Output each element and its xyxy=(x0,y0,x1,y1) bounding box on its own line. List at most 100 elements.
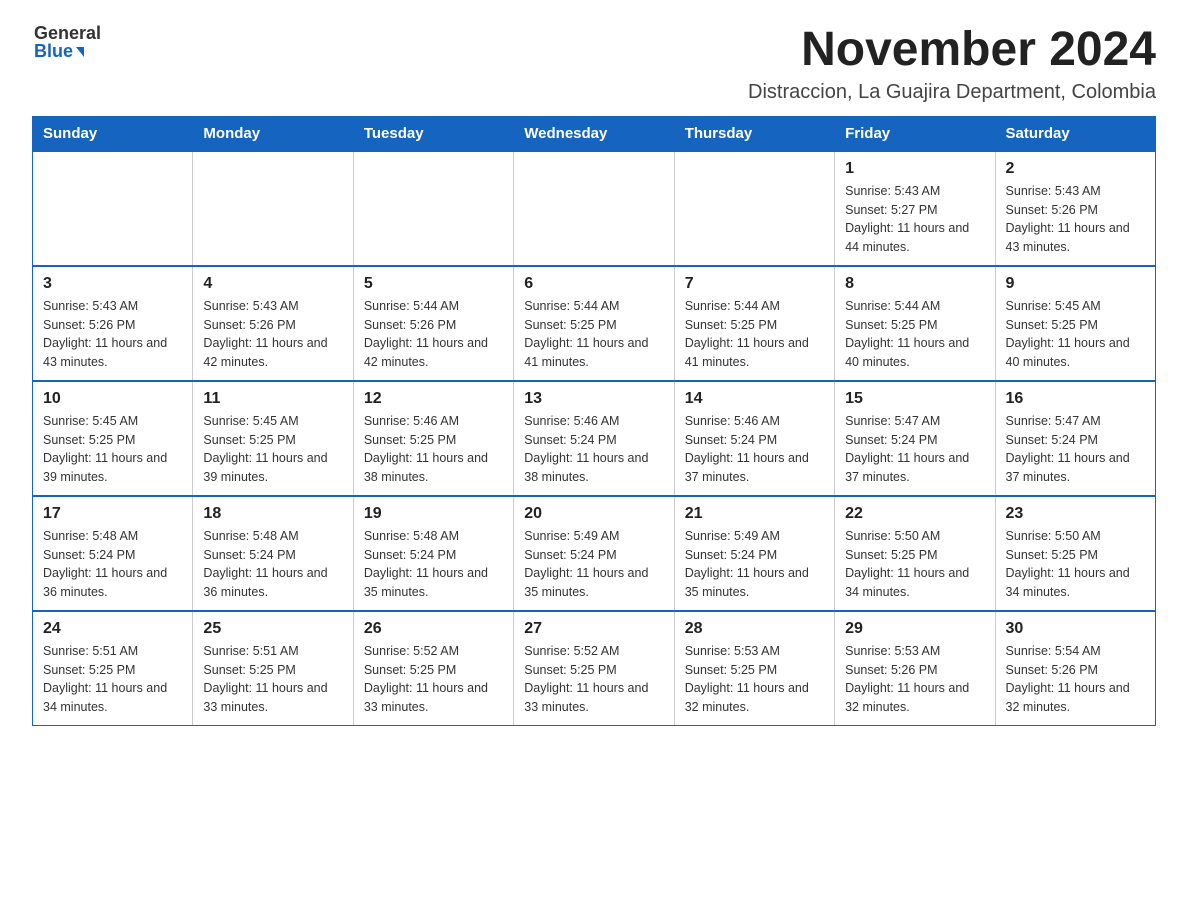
day-of-week-header: Monday xyxy=(193,116,353,151)
day-number: 19 xyxy=(364,505,503,523)
day-number: 10 xyxy=(43,390,182,408)
calendar-cell: 15Sunrise: 5:47 AM Sunset: 5:24 PM Dayli… xyxy=(835,381,995,496)
calendar-cell xyxy=(514,151,674,266)
day-info: Sunrise: 5:44 AM Sunset: 5:25 PM Dayligh… xyxy=(685,297,824,372)
day-number: 24 xyxy=(43,620,182,638)
day-of-week-header: Tuesday xyxy=(353,116,513,151)
day-info: Sunrise: 5:45 AM Sunset: 5:25 PM Dayligh… xyxy=(203,412,342,487)
day-info: Sunrise: 5:46 AM Sunset: 5:24 PM Dayligh… xyxy=(685,412,824,487)
day-info: Sunrise: 5:47 AM Sunset: 5:24 PM Dayligh… xyxy=(1006,412,1145,487)
day-of-week-header: Friday xyxy=(835,116,995,151)
day-info: Sunrise: 5:52 AM Sunset: 5:25 PM Dayligh… xyxy=(364,642,503,717)
calendar-cell: 30Sunrise: 5:54 AM Sunset: 5:26 PM Dayli… xyxy=(995,611,1155,726)
calendar-cell: 29Sunrise: 5:53 AM Sunset: 5:26 PM Dayli… xyxy=(835,611,995,726)
logo-blue-text: Blue xyxy=(34,42,73,60)
calendar-body: 1Sunrise: 5:43 AM Sunset: 5:27 PM Daylig… xyxy=(33,151,1156,726)
calendar-cell: 4 Sunrise: 5:43 AM Sunset: 5:26 PM Daylig… xyxy=(193,266,353,381)
calendar-cell xyxy=(353,151,513,266)
day-number: 8 xyxy=(845,275,984,293)
calendar-header: SundayMondayTuesdayWednesdayThursdayFrid… xyxy=(33,116,1156,151)
day-number: 14 xyxy=(685,390,824,408)
calendar-cell: 20 Sunrise: 5:49 AM Sunset: 5:24 PM Dayli… xyxy=(514,496,674,611)
calendar-cell: 18Sunrise: 5:48 AM Sunset: 5:24 PM Dayli… xyxy=(193,496,353,611)
calendar-week-row: 10 Sunrise: 5:45 AM Sunset: 5:25 PM Dayli… xyxy=(33,381,1156,496)
day-number: 9 xyxy=(1006,275,1145,293)
calendar-cell: 11 Sunrise: 5:45 AM Sunset: 5:25 PM Dayli… xyxy=(193,381,353,496)
day-number: 16 xyxy=(1006,390,1145,408)
day-info: Sunrise: 5:49 AM Sunset: 5:24 PM Dayligh… xyxy=(685,527,824,602)
day-info: Sunrise: 5:48 AM Sunset: 5:24 PM Dayligh… xyxy=(203,527,342,602)
day-number: 29 xyxy=(845,620,984,638)
day-number: 21 xyxy=(685,505,824,523)
calendar-cell: 25 Sunrise: 5:51 AM Sunset: 5:25 PM Dayli… xyxy=(193,611,353,726)
logo-chevron-icon xyxy=(76,47,84,57)
day-number: 5 xyxy=(364,275,503,293)
day-info: Sunrise: 5:48 AM Sunset: 5:24 PM Dayligh… xyxy=(364,527,503,602)
calendar-cell: 24 Sunrise: 5:51 AM Sunset: 5:25 PM Dayli… xyxy=(33,611,193,726)
day-info: Sunrise: 5:43 AM Sunset: 5:26 PM Dayligh… xyxy=(43,297,182,372)
day-info: Sunrise: 5:50 AM Sunset: 5:25 PM Dayligh… xyxy=(845,527,984,602)
day-number: 3 xyxy=(43,275,182,293)
calendar-cell: 9 Sunrise: 5:45 AM Sunset: 5:25 PM Daylig… xyxy=(995,266,1155,381)
calendar-cell: 26 Sunrise: 5:52 AM Sunset: 5:25 PM Dayli… xyxy=(353,611,513,726)
day-info: Sunrise: 5:43 AM Sunset: 5:26 PM Dayligh… xyxy=(1006,182,1145,257)
calendar-cell: 1Sunrise: 5:43 AM Sunset: 5:27 PM Daylig… xyxy=(835,151,995,266)
day-number: 25 xyxy=(203,620,342,638)
calendar-cell: 10 Sunrise: 5:45 AM Sunset: 5:25 PM Dayli… xyxy=(33,381,193,496)
page-header: General Blue November 2024 Distraccion, … xyxy=(32,24,1156,104)
day-number: 23 xyxy=(1006,505,1145,523)
day-info: Sunrise: 5:49 AM Sunset: 5:24 PM Dayligh… xyxy=(524,527,663,602)
day-info: Sunrise: 5:45 AM Sunset: 5:25 PM Dayligh… xyxy=(43,412,182,487)
calendar-cell: 2 Sunrise: 5:43 AM Sunset: 5:26 PM Daylig… xyxy=(995,151,1155,266)
calendar-cell: 16 Sunrise: 5:47 AM Sunset: 5:24 PM Dayli… xyxy=(995,381,1155,496)
day-number: 30 xyxy=(1006,620,1145,638)
day-info: Sunrise: 5:48 AM Sunset: 5:24 PM Dayligh… xyxy=(43,527,182,602)
calendar-cell: 13Sunrise: 5:46 AM Sunset: 5:24 PM Dayli… xyxy=(514,381,674,496)
calendar-week-row: 17 Sunrise: 5:48 AM Sunset: 5:24 PM Dayli… xyxy=(33,496,1156,611)
day-info: Sunrise: 5:51 AM Sunset: 5:25 PM Dayligh… xyxy=(43,642,182,717)
location-subtitle: Distraccion, La Guajira Department, Colo… xyxy=(748,81,1156,104)
day-number: 7 xyxy=(685,275,824,293)
day-of-week-header: Thursday xyxy=(674,116,834,151)
day-number: 1 xyxy=(845,160,984,178)
calendar-cell: 14 Sunrise: 5:46 AM Sunset: 5:24 PM Dayli… xyxy=(674,381,834,496)
day-info: Sunrise: 5:51 AM Sunset: 5:25 PM Dayligh… xyxy=(203,642,342,717)
day-number: 17 xyxy=(43,505,182,523)
calendar-cell: 8 Sunrise: 5:44 AM Sunset: 5:25 PM Daylig… xyxy=(835,266,995,381)
calendar-cell: 12Sunrise: 5:46 AM Sunset: 5:25 PM Dayli… xyxy=(353,381,513,496)
calendar-cell: 27Sunrise: 5:52 AM Sunset: 5:25 PM Dayli… xyxy=(514,611,674,726)
logo: General Blue xyxy=(32,24,101,60)
day-of-week-header: Wednesday xyxy=(514,116,674,151)
day-info: Sunrise: 5:44 AM Sunset: 5:25 PM Dayligh… xyxy=(845,297,984,372)
calendar-table: SundayMondayTuesdayWednesdayThursdayFrid… xyxy=(32,116,1156,726)
calendar-cell: 7 Sunrise: 5:44 AM Sunset: 5:25 PM Daylig… xyxy=(674,266,834,381)
day-number: 12 xyxy=(364,390,503,408)
calendar-cell: 28Sunrise: 5:53 AM Sunset: 5:25 PM Dayli… xyxy=(674,611,834,726)
day-info: Sunrise: 5:52 AM Sunset: 5:25 PM Dayligh… xyxy=(524,642,663,717)
day-info: Sunrise: 5:45 AM Sunset: 5:25 PM Dayligh… xyxy=(1006,297,1145,372)
day-of-week-header: Saturday xyxy=(995,116,1155,151)
day-number: 2 xyxy=(1006,160,1145,178)
calendar-week-row: 3 Sunrise: 5:43 AM Sunset: 5:26 PM Daylig… xyxy=(33,266,1156,381)
calendar-cell xyxy=(193,151,353,266)
day-number: 6 xyxy=(524,275,663,293)
calendar-cell: 22Sunrise: 5:50 AM Sunset: 5:25 PM Dayli… xyxy=(835,496,995,611)
calendar-cell: 5 Sunrise: 5:44 AM Sunset: 5:26 PM Daylig… xyxy=(353,266,513,381)
day-of-week-header: Sunday xyxy=(33,116,193,151)
day-number: 13 xyxy=(524,390,663,408)
calendar-cell: 23Sunrise: 5:50 AM Sunset: 5:25 PM Dayli… xyxy=(995,496,1155,611)
day-info: Sunrise: 5:43 AM Sunset: 5:26 PM Dayligh… xyxy=(203,297,342,372)
day-number: 4 xyxy=(203,275,342,293)
day-number: 28 xyxy=(685,620,824,638)
calendar-cell: 3 Sunrise: 5:43 AM Sunset: 5:26 PM Daylig… xyxy=(33,266,193,381)
day-number: 11 xyxy=(203,390,342,408)
calendar-cell: 21 Sunrise: 5:49 AM Sunset: 5:24 PM Dayli… xyxy=(674,496,834,611)
day-info: Sunrise: 5:44 AM Sunset: 5:25 PM Dayligh… xyxy=(524,297,663,372)
day-number: 20 xyxy=(524,505,663,523)
day-number: 26 xyxy=(364,620,503,638)
day-info: Sunrise: 5:44 AM Sunset: 5:26 PM Dayligh… xyxy=(364,297,503,372)
calendar-week-row: 1Sunrise: 5:43 AM Sunset: 5:27 PM Daylig… xyxy=(33,151,1156,266)
days-of-week-row: SundayMondayTuesdayWednesdayThursdayFrid… xyxy=(33,116,1156,151)
title-area: November 2024 Distraccion, La Guajira De… xyxy=(748,24,1156,104)
calendar-cell: 6 Sunrise: 5:44 AM Sunset: 5:25 PM Daylig… xyxy=(514,266,674,381)
